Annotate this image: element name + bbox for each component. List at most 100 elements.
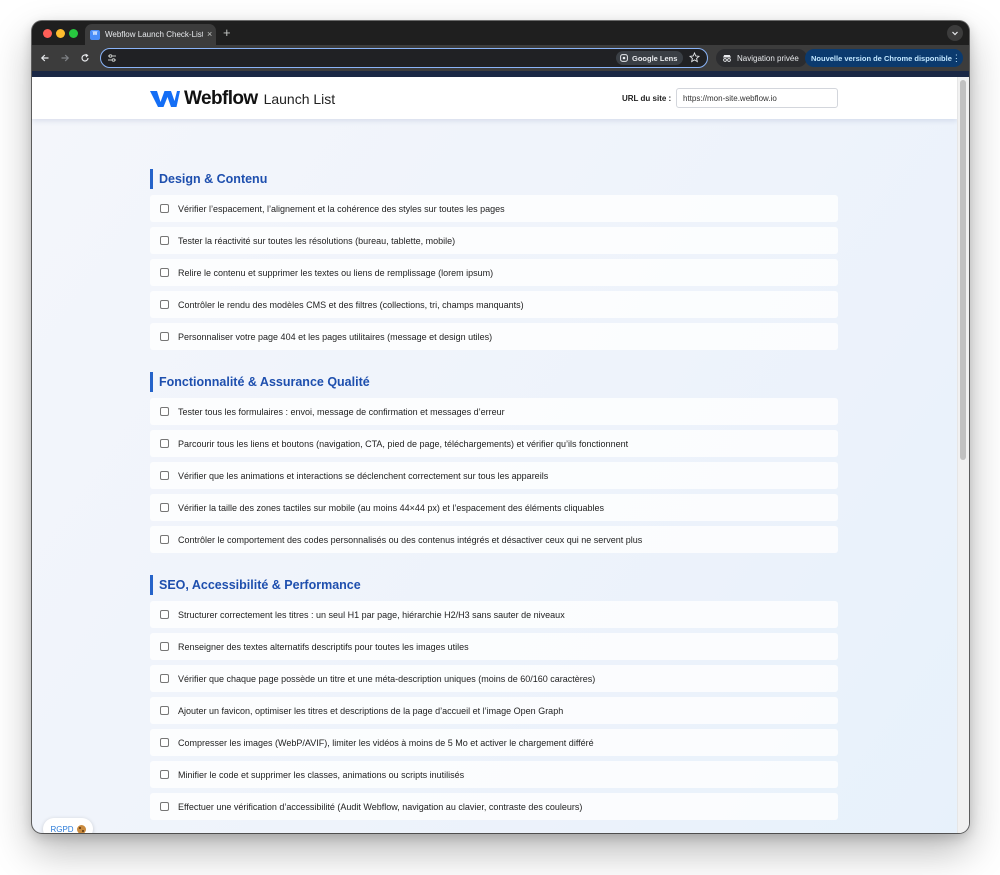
arrow-left-icon: [40, 54, 49, 62]
checklist-item-label: Tester tous les formulaires : envoi, mes…: [178, 406, 505, 417]
checklist-item[interactable]: Contrôler le rendu des modèles CMS et de…: [150, 291, 838, 318]
webflow-logo-icon: [150, 91, 180, 107]
checklist-item-label: Structurer correctement les titres : un …: [178, 609, 565, 620]
site-url-label: URL du site :: [622, 94, 672, 103]
checklist-checkbox[interactable]: [160, 268, 169, 277]
checklist-checkbox[interactable]: [160, 802, 169, 811]
checklist-item[interactable]: Personnaliser votre page 404 et les page…: [150, 323, 838, 350]
checklist-checkbox[interactable]: [160, 332, 169, 341]
back-button[interactable]: [39, 52, 51, 64]
lens-icon: [620, 54, 628, 62]
checklist-item-label: Personnaliser votre page 404 et les page…: [178, 331, 493, 342]
checklist-item-label: Vérifier que les animations et interacti…: [178, 470, 549, 481]
checklist-checkbox[interactable]: [160, 770, 169, 779]
checklist: Design & Contenu Vérifier l’espacement, l…: [150, 169, 838, 825]
checklist-item-label: Contrôler le comportement des codes pers…: [178, 534, 643, 545]
checklist-item-label: Vérifier la taille des zones tactiles su…: [178, 502, 604, 513]
checklist-checkbox[interactable]: [160, 642, 169, 651]
webflow-logo[interactable]: Webflow Launch List: [150, 88, 335, 110]
browser-toolbar: Google Lens Navigation privée Nouvelle v…: [32, 45, 969, 71]
chevron-down-icon: [952, 31, 958, 36]
section-title: Design & Contenu: [150, 169, 838, 189]
logo-subtitle: Launch List: [263, 91, 336, 107]
webflow-favicon-icon: W: [90, 29, 100, 40]
google-lens-label: Google Lens: [632, 53, 678, 63]
tab-close-icon[interactable]: ×: [207, 30, 212, 39]
checklist-item[interactable]: Compresser les images (WebP/AVIF), limit…: [150, 729, 838, 756]
checklist-item[interactable]: Tester tous les formulaires : envoi, mes…: [150, 398, 838, 425]
site-url-input[interactable]: [676, 88, 838, 108]
checklist-checkbox[interactable]: [160, 535, 169, 544]
rgpd-cookie-button[interactable]: RGPD: [43, 818, 93, 833]
checklist-checkbox[interactable]: [160, 706, 169, 715]
scrollbar-track[interactable]: [957, 77, 969, 833]
checklist-item[interactable]: Structurer correctement les titres : un …: [150, 601, 838, 628]
checklist-item-label: Effectuer une vérification d’accessibili…: [178, 801, 583, 812]
chrome-update-button[interactable]: Nouvelle version de Chrome disponible ⋮: [805, 49, 963, 67]
checklist-item[interactable]: Vérifier que chaque page possède un titr…: [150, 665, 838, 692]
checklist-item-label: Contrôler le rendu des modèles CMS et de…: [178, 299, 524, 310]
scrollbar-thumb[interactable]: [960, 80, 966, 460]
checklist-checkbox[interactable]: [160, 300, 169, 309]
close-window-button[interactable]: [43, 29, 52, 38]
checklist-item-label: Tester la réactivité sur toutes les réso…: [178, 235, 456, 246]
checklist-checkbox[interactable]: [160, 610, 169, 619]
site-settings-icon[interactable]: [107, 54, 117, 62]
checklist-item[interactable]: Tester la réactivité sur toutes les réso…: [150, 227, 838, 254]
checklist-checkbox[interactable]: [160, 471, 169, 480]
bookmark-star-icon[interactable]: [689, 52, 700, 63]
chrome-update-label: Nouvelle version de Chrome disponible: [811, 53, 952, 63]
tab-title: Webflow Launch Check-List: [105, 30, 203, 39]
address-bar[interactable]: Google Lens: [100, 48, 708, 68]
new-tab-button[interactable]: +: [223, 25, 231, 41]
section-title: Fonctionnalité & Assurance Qualité: [150, 372, 838, 392]
tab-search-button[interactable]: [947, 25, 963, 41]
forward-button[interactable]: [59, 52, 71, 64]
checklist-item-label: Vérifier l’espacement, l’alignement et l…: [178, 203, 505, 214]
site-header: Webflow Launch List URL du site :: [32, 77, 957, 119]
checklist-item[interactable]: Vérifier que les animations et interacti…: [150, 462, 838, 489]
checklist-item-label: Vérifier que chaque page possède un titr…: [178, 673, 596, 684]
tab-strip: W Webflow Launch Check-List × +: [32, 21, 969, 45]
checklist-checkbox[interactable]: [160, 674, 169, 683]
checklist-item-label: Parcourir tous les liens et boutons (nav…: [178, 438, 629, 449]
rgpd-label: RGPD: [50, 824, 74, 834]
section-title: SEO, Accessibilité & Performance: [150, 575, 838, 595]
logo-wordmark: Webflow: [184, 88, 258, 109]
checklist-checkbox[interactable]: [160, 204, 169, 213]
more-vert-icon[interactable]: ⋮: [952, 53, 961, 63]
incognito-label: Navigation privée: [737, 53, 799, 63]
reload-button[interactable]: [79, 52, 91, 64]
checklist-checkbox[interactable]: [160, 236, 169, 245]
checklist-checkbox[interactable]: [160, 407, 169, 416]
incognito-indicator[interactable]: Navigation privée: [716, 49, 807, 67]
checklist-item[interactable]: Effectuer une vérification d’accessibili…: [150, 793, 838, 820]
checklist-item-label: Minifier le code et supprimer les classe…: [178, 769, 465, 780]
checklist-item[interactable]: Vérifier l’espacement, l’alignement et l…: [150, 195, 838, 222]
maximize-window-button[interactable]: [69, 29, 78, 38]
checklist-item-label: Relire le contenu et supprimer les texte…: [178, 267, 494, 278]
minimize-window-button[interactable]: [56, 29, 65, 38]
checklist-item-label: Renseigner des textes alternatifs descri…: [178, 641, 469, 652]
tab-webflow-checklist[interactable]: W Webflow Launch Check-List ×: [85, 24, 216, 45]
checklist-checkbox[interactable]: [160, 503, 169, 512]
checklist-item[interactable]: Relire le contenu et supprimer les texte…: [150, 259, 838, 286]
cookie-icon: [76, 824, 86, 833]
checklist-item[interactable]: Contrôler le comportement des codes pers…: [150, 526, 838, 553]
checklist-item[interactable]: Renseigner des textes alternatifs descri…: [150, 633, 838, 660]
arrow-right-icon: [61, 54, 70, 62]
checklist-item[interactable]: Ajouter un favicon, optimiser les titres…: [150, 697, 838, 724]
page-viewport: Webflow Launch List URL du site : Design…: [32, 77, 969, 833]
checklist-item-label: Compresser les images (WebP/AVIF), limit…: [178, 737, 594, 748]
checklist-item[interactable]: Parcourir tous les liens et boutons (nav…: [150, 430, 838, 457]
reload-icon: [81, 53, 89, 62]
checklist-item[interactable]: Vérifier la taille des zones tactiles su…: [150, 494, 838, 521]
checklist-checkbox[interactable]: [160, 738, 169, 747]
checklist-checkbox[interactable]: [160, 439, 169, 448]
google-lens-button[interactable]: Google Lens: [616, 51, 684, 65]
checklist-item[interactable]: Minifier le code et supprimer les classe…: [150, 761, 838, 788]
checklist-item-label: Ajouter un favicon, optimiser les titres…: [178, 705, 564, 716]
browser-window: W Webflow Launch Check-List × + Google L…: [32, 21, 969, 833]
